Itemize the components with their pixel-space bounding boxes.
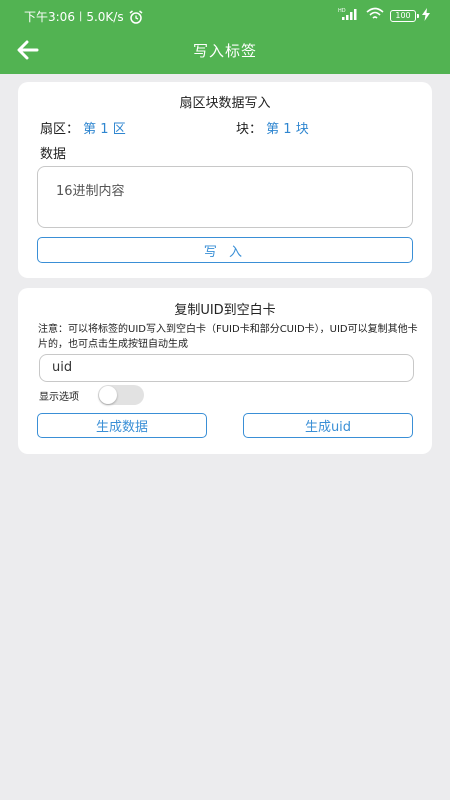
status-left: 下午3:06 | 5.0K/s — [24, 8, 144, 25]
status-time: 下午3:06 — [24, 10, 75, 24]
status-speed: 5.0K/s — [86, 9, 124, 24]
uid-card-title: 复制UID到空白卡 — [174, 303, 276, 318]
sector-selector[interactable]: 第 1 区 — [83, 122, 126, 137]
uid-input[interactable]: uid — [39, 354, 414, 382]
show-options-toggle[interactable] — [98, 385, 144, 405]
block-field: 块： 第 1 块 — [236, 118, 309, 137]
sector-card-title: 扇区块数据写入 — [179, 96, 271, 111]
status-bar: 下午3:06 | 5.0K/s HD 100 — [0, 0, 450, 30]
signal-icon: HD — [338, 7, 360, 24]
alarm-clock-icon — [128, 9, 144, 24]
toggle-knob — [99, 386, 117, 404]
page-title: 写入标签 — [192, 42, 257, 60]
wifi-icon — [366, 7, 384, 24]
status-right: HD 100 — [338, 7, 430, 24]
hex-data-input[interactable]: 16进制内容 — [37, 166, 413, 228]
show-options-label: 显示选项 — [39, 392, 79, 403]
data-label: 数据 — [40, 147, 67, 162]
generate-data-button[interactable]: 生成数据 — [37, 413, 207, 438]
sector-label: 扇区： — [40, 122, 80, 137]
sector-write-card: 扇区块数据写入 扇区： 第 1 区 块： 第 1 块 数据 16进制内容 写 入 — [18, 82, 432, 278]
charging-icon — [422, 7, 430, 24]
copy-uid-card: 复制UID到空白卡 注意：可以将标签的UID写入到空白卡（FUID卡和部分CUI… — [18, 288, 432, 454]
generate-uid-button[interactable]: 生成uid — [243, 413, 413, 438]
write-button[interactable]: 写 入 — [37, 237, 413, 263]
status-separator: | — [78, 11, 83, 22]
battery-icon: 100 — [390, 9, 419, 22]
network-type-label: HD — [338, 8, 346, 14]
sector-field: 扇区： 第 1 区 — [40, 118, 126, 137]
block-selector[interactable]: 第 1 块 — [266, 122, 309, 137]
app-bar: 下午3:06 | 5.0K/s HD 100 写入标签 — [0, 0, 450, 74]
block-label: 块： — [236, 122, 263, 137]
uid-notice: 注意：可以将标签的UID写入到空白卡（FUID卡和部分CUID卡），UID可以复… — [38, 324, 418, 350]
